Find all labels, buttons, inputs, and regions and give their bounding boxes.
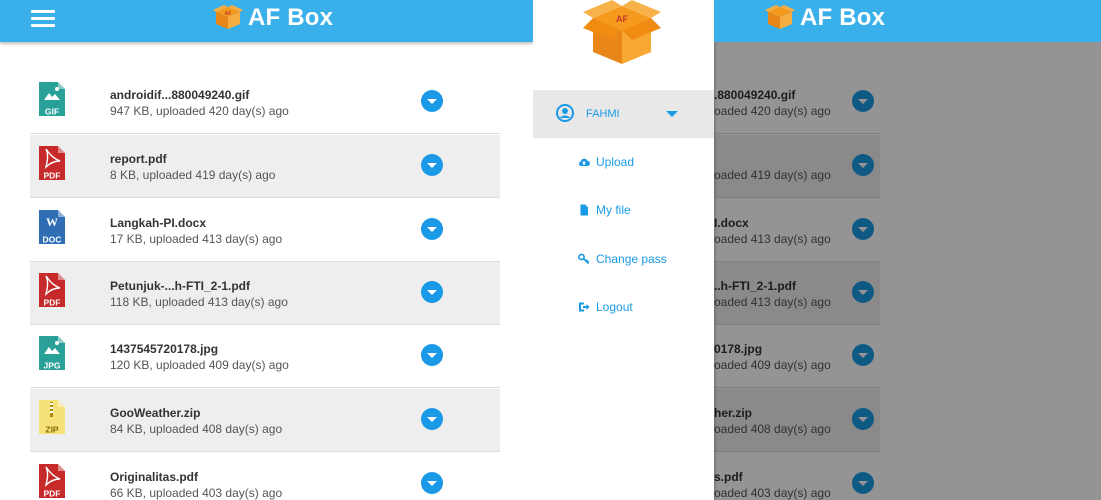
svg-text:PDF: PDF — [44, 489, 61, 499]
file-actions-dropdown-button[interactable] — [421, 281, 443, 303]
file-actions-dropdown-button[interactable] — [421, 90, 443, 112]
file-row[interactable]: W DOC Langkah-PI.docx 17 KB, uploaded 413 d… — [30, 199, 500, 262]
box-logo-icon — [765, 5, 795, 29]
menu-label-upload: Upload — [596, 155, 635, 169]
brand-behind: AF Box — [765, 4, 885, 32]
menu-label-logout: Logout — [596, 300, 633, 314]
menu-icon[interactable] — [31, 10, 55, 28]
svg-text:ZIP: ZIP — [45, 425, 59, 435]
file-row[interactable]: JPG 1437545720178.jpg 120 KB, uploaded 409… — [30, 325, 500, 388]
file-meta: 8 KB, uploaded 419 day(s) ago — [110, 168, 276, 182]
menu-item-change-pass[interactable]: Change pass — [533, 245, 714, 275]
file-actions-dropdown-button[interactable] — [421, 154, 443, 176]
cloud-upload-icon — [579, 158, 590, 166]
drawer-screen: oaded 422 day(s) ago.880049240.gifoaded … — [533, 0, 1101, 500]
file-meta: 120 KB, uploaded 409 day(s) ago — [110, 358, 289, 372]
file-list-screen: AF AF Box JPG3.5 MB, uploaded 422 day(s)… — [0, 0, 533, 500]
doc-file-icon: W DOC — [38, 209, 66, 245]
file-meta: 947 KB, uploaded 420 day(s) ago — [110, 104, 289, 118]
file-name: Petunjuk-...h-FTI_2-1.pdf — [110, 279, 250, 293]
file-actions-dropdown-button[interactable] — [421, 408, 443, 430]
file-meta: 17 KB, uploaded 413 day(s) ago — [110, 232, 283, 246]
svg-text:AF: AF — [225, 11, 232, 17]
jpg-file-icon: JPG — [38, 335, 66, 371]
file-row[interactable]: PDF report.pdf 8 KB, uploaded 419 day(s) a… — [30, 135, 500, 198]
svg-text:PDF: PDF — [44, 171, 61, 181]
app-bar: AF AF Box — [0, 0, 533, 42]
svg-text:DOC: DOC — [43, 235, 62, 245]
user-name: FAHMI — [586, 108, 620, 120]
user-account-toggle[interactable]: FAHMI — [533, 90, 714, 138]
logo-text: AF — [616, 14, 628, 24]
file-actions-dropdown-button[interactable] — [421, 472, 443, 494]
pdf-file-icon: PDF — [38, 463, 66, 499]
svg-text:W: W — [46, 215, 58, 229]
menu-item-my-file[interactable]: My file — [533, 196, 714, 226]
box-logo-icon: AF — [213, 5, 243, 29]
file-name: androidif...880049240.gif — [110, 88, 250, 102]
menu-label-my-file: My file — [596, 203, 631, 217]
file-row[interactable]: PDF Petunjuk-...h-FTI_2-1.pdf 118 KB, uplo… — [30, 262, 500, 325]
file-actions-dropdown-button[interactable] — [421, 218, 443, 240]
file-name: Originalitas.pdf — [110, 470, 199, 484]
pdf-file-icon: PDF — [38, 145, 66, 181]
logout-icon — [579, 302, 590, 312]
app-title: AF Box — [248, 4, 334, 31]
app-bar-behind: AF Box — [714, 0, 1101, 42]
file-row[interactable]: PDF Originalitas.pdf 66 KB, uploaded 403 d… — [30, 453, 500, 500]
file-meta: 118 KB, uploaded 413 day(s) ago — [110, 295, 288, 309]
drawer-scrim[interactable] — [714, 0, 1101, 500]
file-meta: 84 KB, uploaded 408 day(s) ago — [110, 422, 283, 436]
file-name: report.pdf — [110, 152, 167, 166]
nav-drawer: AF FAHMI Upload My file Change pass Logo… — [533, 0, 714, 500]
file-actions-dropdown-button[interactable] — [421, 344, 443, 366]
gif-file-icon: GIF — [38, 81, 66, 117]
svg-text:JPG: JPG — [43, 361, 60, 371]
file-icon — [580, 204, 588, 216]
file-name: Langkah-PI.docx — [110, 216, 207, 230]
menu-label-change-pass: Change pass — [596, 252, 667, 266]
menu-item-logout[interactable]: Logout — [533, 293, 714, 323]
svg-text:GIF: GIF — [45, 107, 59, 117]
zip-file-icon: ZIP — [38, 399, 66, 435]
brand: AF AF Box — [213, 4, 333, 32]
file-row[interactable]: ZIP GooWeather.zip 84 KB, uploaded 408 day… — [30, 389, 500, 452]
chevron-down-icon — [666, 111, 678, 117]
file-name: GooWeather.zip — [110, 406, 201, 420]
screen: AF AF Box JPG3.5 MB, uploaded 422 day(s)… — [0, 0, 1101, 500]
file-meta: 66 KB, uploaded 403 day(s) ago — [110, 486, 283, 500]
app-title-behind: AF Box — [800, 4, 886, 31]
box-logo-icon: AF — [583, 0, 661, 64]
key-icon — [578, 253, 590, 265]
pdf-file-icon: PDF — [38, 272, 66, 308]
file-row[interactable]: GIF androidif...880049240.gif 947 KB, uplo… — [30, 71, 500, 134]
account-circle-icon — [556, 104, 574, 122]
svg-text:PDF: PDF — [44, 298, 61, 308]
menu-item-upload[interactable]: Upload — [533, 148, 714, 178]
file-name: 1437545720178.jpg — [110, 342, 219, 356]
